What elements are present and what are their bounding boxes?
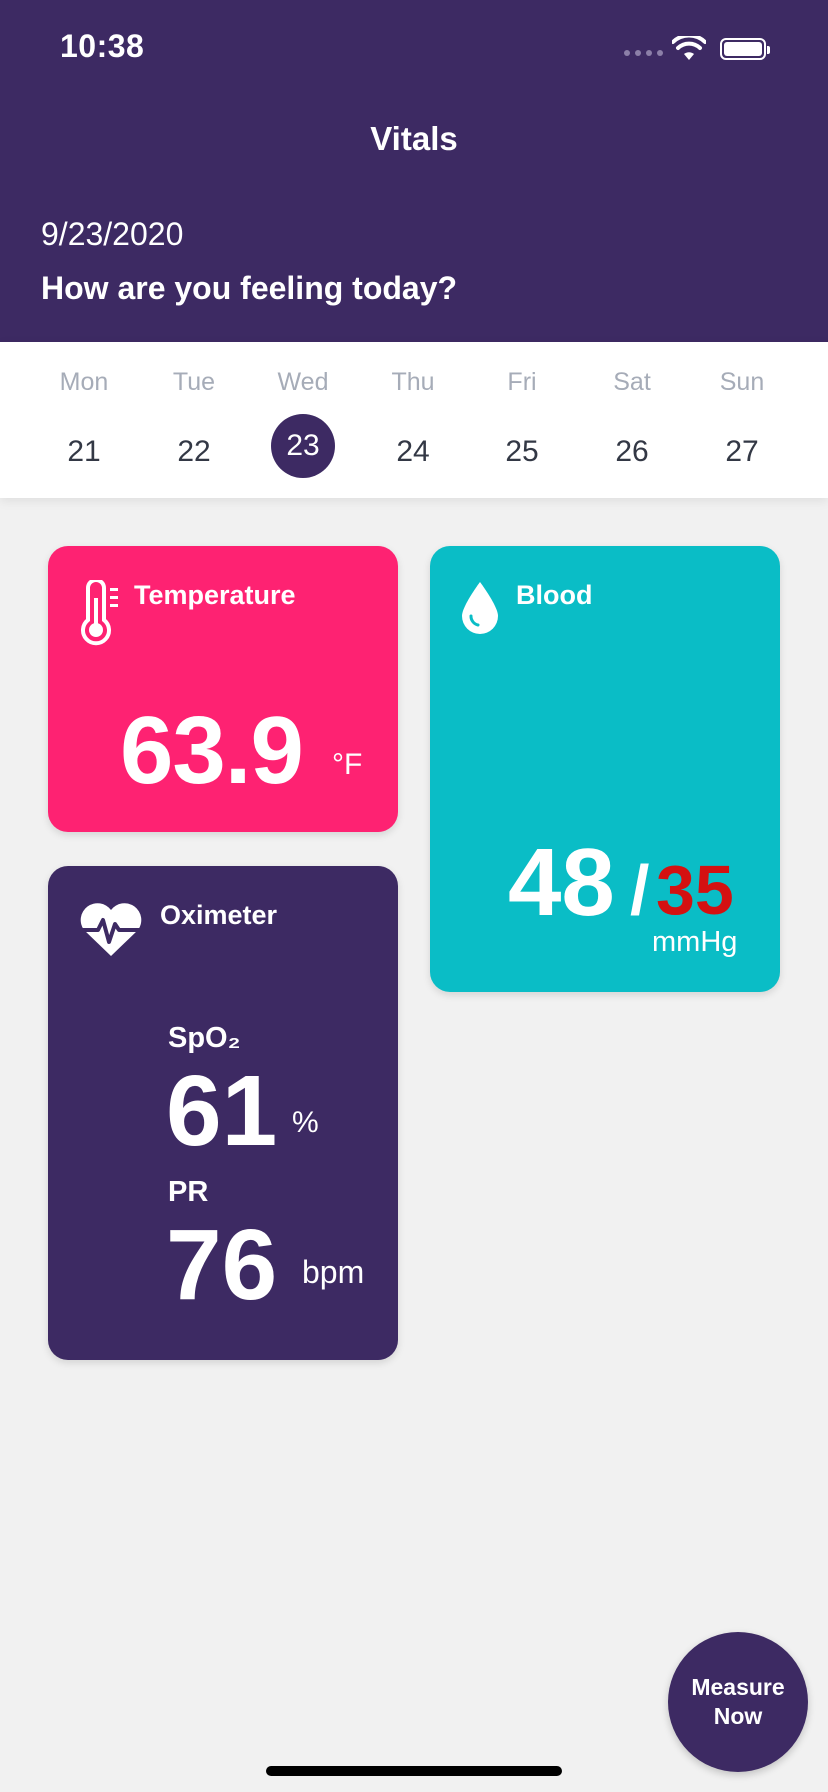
day-number: 25 bbox=[505, 435, 539, 468]
battery-icon bbox=[720, 38, 770, 60]
day-mon[interactable]: Mon 21 bbox=[39, 364, 129, 488]
selected-day-number: 23 bbox=[271, 414, 335, 478]
spo2-label: SpO₂ bbox=[168, 1022, 241, 1054]
temperature-value: 63.9 bbox=[120, 697, 304, 804]
greeting-text: How are you feeling today? bbox=[41, 270, 458, 306]
home-indicator[interactable] bbox=[266, 1766, 562, 1776]
bp-separator: / bbox=[630, 851, 650, 929]
day-name: Tue bbox=[172, 368, 216, 396]
diastolic-value: 35 bbox=[656, 851, 734, 929]
day-tue[interactable]: Tue 22 bbox=[149, 364, 239, 488]
oximeter-card[interactable]: Oximeter SpO₂ 61 % PR 76 bpm bbox=[48, 866, 398, 1360]
day-number: 27 bbox=[725, 435, 759, 468]
day-name: Wed bbox=[277, 368, 329, 396]
blood-title: Blood bbox=[516, 580, 593, 610]
spo2-value: 61 bbox=[166, 1055, 278, 1167]
day-fri[interactable]: Fri 25 bbox=[477, 364, 567, 488]
day-thu[interactable]: Thu 24 bbox=[368, 364, 458, 488]
blood-drop-icon bbox=[462, 582, 498, 634]
day-number: 24 bbox=[396, 435, 430, 468]
day-name: Sat bbox=[613, 368, 651, 396]
measure-now-label-line2: Now bbox=[713, 1703, 763, 1729]
day-name: Thu bbox=[391, 368, 435, 396]
heart-pulse-icon bbox=[80, 903, 142, 956]
week-date-picker: Mon 21 Tue 22 Wed 23 Thu 24 Fri 25 Sat 2… bbox=[0, 342, 828, 498]
day-number: 21 bbox=[67, 435, 101, 468]
day-name: Mon bbox=[59, 368, 109, 396]
day-name: Fri bbox=[507, 368, 537, 396]
pulse-rate-label: PR bbox=[168, 1176, 209, 1208]
status-icons bbox=[624, 36, 794, 64]
measure-now-label-line1: Measure bbox=[691, 1674, 785, 1700]
current-date: 9/23/2020 bbox=[41, 216, 184, 252]
thermometer-icon bbox=[81, 580, 118, 646]
oximeter-title: Oximeter bbox=[160, 900, 278, 930]
day-sat[interactable]: Sat 26 bbox=[587, 364, 677, 488]
day-sun[interactable]: Sun 27 bbox=[697, 364, 787, 488]
measure-now-button[interactable]: Measure Now bbox=[668, 1632, 808, 1772]
day-name: Sun bbox=[719, 368, 765, 396]
blood-pressure-card[interactable]: Blood 48 / 35 mmHg bbox=[430, 546, 780, 992]
page-title: Vitals bbox=[370, 120, 458, 157]
wifi-icon bbox=[672, 36, 706, 60]
cellular-signal-icon bbox=[624, 50, 663, 56]
temperature-unit: °F bbox=[332, 748, 363, 781]
blood-pressure-unit: mmHg bbox=[652, 926, 738, 958]
app-header: 10:38 Vitals 9/23/2020 How are you feeli… bbox=[0, 0, 828, 342]
day-wed-selected[interactable]: Wed 23 bbox=[258, 364, 348, 488]
pulse-rate-unit: bpm bbox=[302, 1254, 365, 1290]
day-number: 26 bbox=[615, 435, 649, 468]
systolic-value: 48 bbox=[508, 829, 615, 936]
temperature-card[interactable]: Temperature 63.9 °F bbox=[48, 546, 398, 832]
pulse-rate-value: 76 bbox=[166, 1209, 278, 1321]
temperature-title: Temperature bbox=[134, 580, 296, 610]
spo2-unit: % bbox=[292, 1106, 319, 1139]
day-number: 22 bbox=[177, 435, 211, 468]
status-time: 10:38 bbox=[60, 28, 145, 64]
